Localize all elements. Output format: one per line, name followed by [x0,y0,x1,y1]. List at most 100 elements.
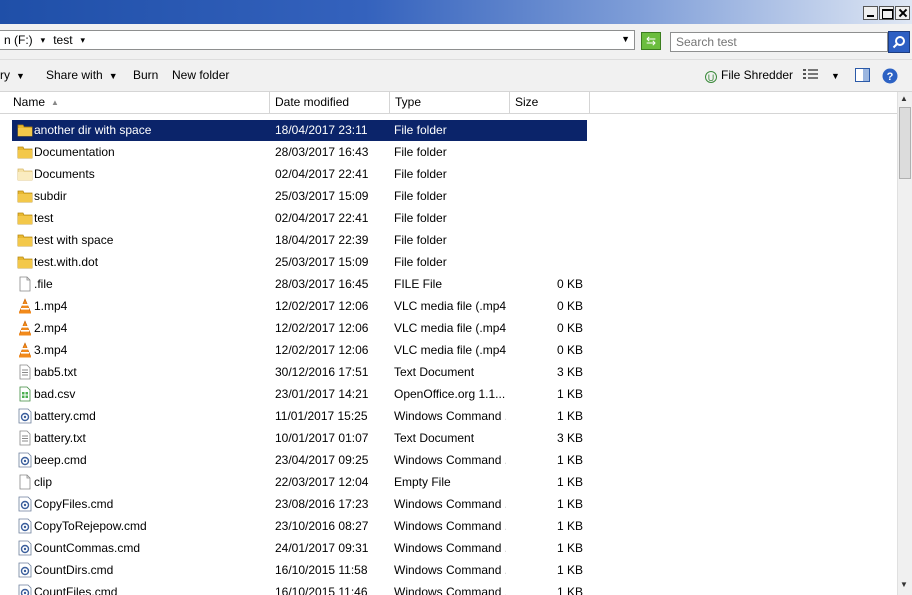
file-size: 1 KB [556,563,583,577]
search-button[interactable] [888,31,910,53]
file-size: 1 KB [556,497,583,511]
file-date: 18/04/2017 23:11 [275,123,368,137]
file-size [512,251,583,273]
file-row[interactable]: 2.mp4 12/02/2017 12:06 VLC media file (.mp… [0,317,897,339]
file-date: 28/03/2017 16:45 [275,277,369,291]
column-headers: Name ▲ Date modified Type Size [0,92,897,114]
column-header-name[interactable]: Name ▲ [8,92,270,113]
file-row[interactable]: Documentation 28/03/2017 16:43 File folder [0,141,897,163]
view-list-icon [803,69,818,79]
burn-button[interactable]: Burn [133,68,158,82]
file-name: beep.cmd [34,453,87,467]
scroll-down-icon[interactable]: ▼ [900,580,908,589]
file-type: Text Document [394,431,475,445]
shredder-icon: U [705,71,717,83]
file-row[interactable]: bab5.txt 30/12/2016 17:51 Text Document 3 K… [0,361,897,383]
breadcrumb-arrow-icon[interactable]: ▾ [81,35,86,46]
minimize-button[interactable] [863,6,878,20]
folder-icon [17,146,33,159]
library-menu[interactable]: ry ▼ [0,68,25,82]
file-name: battery.cmd [34,409,96,423]
file-row[interactable]: Documents 02/04/2017 22:41 File folder [0,163,897,185]
file-row[interactable]: 3.mp4 12/02/2017 12:06 VLC media file (.mp… [0,339,897,361]
file-row[interactable]: another dir with space 18/04/2017 23:11 Fi… [0,119,897,141]
close-button[interactable] [895,6,910,20]
share-with-menu[interactable]: Share with ▼ [46,68,118,82]
file-row[interactable]: clip 22/03/2017 12:04 Empty File 1 KB [0,471,897,493]
file-date: 28/03/2017 16:43 [275,145,369,159]
preview-pane-button[interactable] [855,68,870,85]
view-options-dropdown-icon[interactable]: ▼ [831,71,840,81]
file-type: Windows Command ... [394,519,506,533]
title-bar [0,0,912,24]
scroll-up-icon[interactable]: ▲ [900,94,908,103]
address-bar[interactable]: n (F:) ▾ test ▾ ▼ [0,30,635,50]
file-row[interactable]: CountDirs.cmd 16/10/2015 11:58 Windows Com… [0,559,897,581]
maximize-button[interactable] [879,6,894,20]
file-date: 02/04/2017 22:41 [275,167,369,181]
address-history-dropdown-icon[interactable]: ▼ [621,34,630,44]
file-name: battery.txt [34,431,86,445]
file-size: 3 KB [556,431,583,445]
refresh-button[interactable]: ⇆ [641,32,661,50]
file-date: 23/08/2016 17:23 [275,497,369,511]
spreadsheet-icon [19,386,31,402]
file-name: CountDirs.cmd [34,563,114,577]
refresh-icon: ⇆ [645,34,657,48]
file-name: 1.mp4 [34,299,68,313]
file-name: test.with.dot [34,255,99,269]
blank-file-icon [19,474,31,490]
file-date: 12/02/2017 12:06 [275,321,369,335]
file-size: 0 KB [556,277,583,291]
file-row[interactable]: test with space 18/04/2017 22:39 File fold… [0,229,897,251]
file-row[interactable]: CountCommas.cmd 24/01/2017 09:31 Windows C… [0,537,897,559]
cmd-file-icon [18,562,32,578]
file-type: File folder [394,145,447,159]
new-folder-button[interactable]: New folder [172,68,229,82]
folder-icon [17,234,33,247]
scrollbar-thumb[interactable] [899,107,911,179]
file-size: 1 KB [556,387,583,401]
file-row[interactable]: CountFiles.cmd 16/10/2015 11:46 Windows Co… [0,581,897,595]
file-type: File folder [394,189,447,203]
file-shredder-button[interactable]: U File Shredder [705,68,793,83]
file-row[interactable]: test 02/04/2017 22:41 File folder [0,207,897,229]
help-button[interactable]: ? [882,68,898,87]
file-name: test with space [34,233,114,247]
cmd-file-icon [18,540,32,556]
file-row[interactable]: subdir 25/03/2017 15:09 File folder [0,185,897,207]
file-name: 2.mp4 [34,321,68,335]
file-row[interactable]: beep.cmd 23/04/2017 09:25 Windows Command … [0,449,897,471]
file-row[interactable]: bad.csv 23/01/2017 14:21 OpenOffice.org 1.… [0,383,897,405]
file-date: 18/04/2017 22:39 [275,233,369,247]
file-type: File folder [394,255,447,269]
file-date: 23/01/2017 14:21 [275,387,369,401]
search-input[interactable] [670,32,888,52]
file-name: subdir [34,189,67,203]
change-view-button[interactable] [803,68,819,83]
search-icon [892,36,905,49]
breadcrumb-arrow-icon[interactable]: ▾ [41,35,46,46]
file-row[interactable]: 1.mp4 12/02/2017 12:06 VLC media file (.mp… [0,295,897,317]
file-size [512,229,583,251]
column-header-date[interactable]: Date modified [270,92,390,113]
file-row[interactable]: CopyToRejepow.cmd 23/10/2016 08:27 Windows… [0,515,897,537]
file-date: 11/01/2017 15:25 [275,409,368,423]
file-size: 1 KB [556,475,583,489]
breadcrumb-drive[interactable]: n (F:) [4,33,33,47]
file-name: CopyFiles.cmd [34,497,114,511]
breadcrumb-folder[interactable]: test [53,33,72,47]
file-row[interactable]: test.with.dot 25/03/2017 15:09 File folder [0,251,897,273]
file-row[interactable]: battery.txt 10/01/2017 01:07 Text Document… [0,427,897,449]
file-name: Documentation [34,145,115,159]
column-header-size[interactable]: Size [510,92,590,113]
file-name: bad.csv [34,387,76,401]
file-type: Windows Command ... [394,497,506,511]
file-row[interactable]: .file 28/03/2017 16:45 FILE File 0 KB [0,273,897,295]
file-row[interactable]: battery.cmd 11/01/2017 15:25 Windows Comma… [0,405,897,427]
vertical-scrollbar[interactable]: ▲ ▼ [897,92,912,595]
file-date: 16/10/2015 11:58 [275,563,368,577]
file-type: Windows Command ... [394,541,506,555]
column-header-type[interactable]: Type [390,92,510,113]
file-row[interactable]: CopyFiles.cmd 23/08/2016 17:23 Windows Com… [0,493,897,515]
